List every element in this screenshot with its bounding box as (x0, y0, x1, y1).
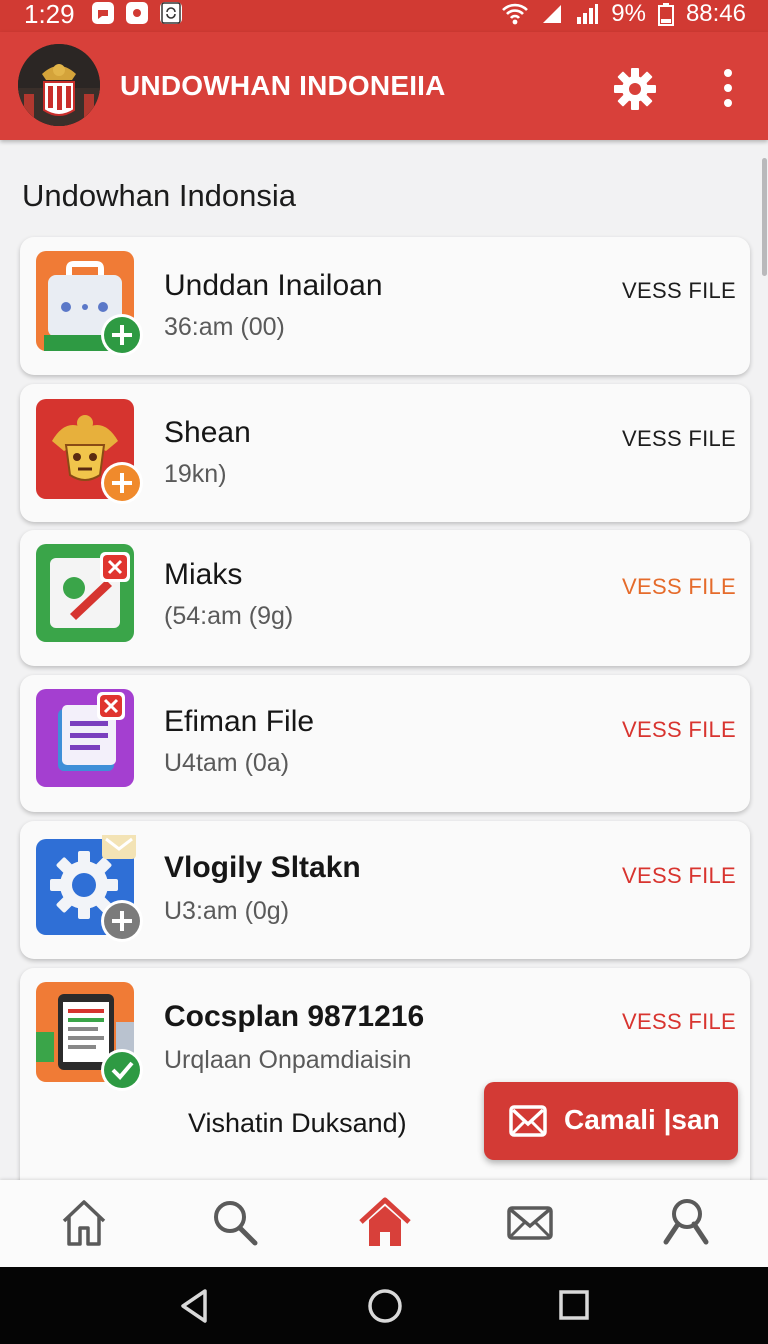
signal-bars-icon (577, 4, 599, 24)
document-icon (36, 689, 136, 789)
item-extra: Vishatin Duksand) (188, 1108, 407, 1138)
status-right: 9% 88:46 (501, 0, 746, 28)
bottom-nav (0, 1180, 768, 1267)
sync-icon (160, 2, 182, 24)
gear-icon[interactable] (612, 66, 658, 112)
section-title: Undowhan Indonsia (22, 178, 297, 213)
status-time: 1:29 (24, 0, 75, 29)
status-bar: 1:29 9% 88:46 (0, 0, 768, 32)
list-item[interactable]: Vlogily Sltakn U3:am (0g) VESS FILE (20, 821, 750, 959)
view-file-button[interactable]: VESS FILE (622, 717, 736, 743)
view-file-button[interactable]: VESS FILE (622, 863, 736, 889)
circle-icon (126, 2, 148, 24)
battery-icon (657, 3, 674, 26)
recents-icon[interactable] (556, 1287, 594, 1325)
app-title: UNDOWHAN INDONEIIA (120, 70, 446, 101)
item-meta: 19kn) (164, 460, 227, 488)
briefcase-icon (36, 251, 143, 356)
home-circle-icon[interactable] (366, 1287, 404, 1325)
battery-percent: 9% (611, 0, 646, 27)
back-icon[interactable] (176, 1287, 214, 1325)
item-name: Vlogily Sltakn (164, 851, 361, 884)
view-file-button[interactable]: VESS FILE (622, 426, 736, 452)
search-profile-icon[interactable] (658, 1194, 714, 1250)
settings-gear-icon (36, 831, 143, 942)
list-item[interactable]: Unddan Inailoan 36:am (00) VESS FILE (20, 237, 750, 375)
tablet-document-icon (36, 982, 143, 1091)
emblem-logo-icon[interactable] (18, 44, 100, 126)
signal-icon (543, 5, 562, 23)
chat-icon (92, 2, 114, 24)
item-name: Efiman File (164, 705, 315, 738)
list-item[interactable]: Efiman File U4tam (0a) VESS FILE (20, 675, 750, 812)
app-bar: UNDOWHAN INDONEIIA (0, 32, 768, 140)
mail-icon (509, 1105, 547, 1137)
mail-icon[interactable] (503, 1194, 559, 1250)
system-nav-bar (0, 1267, 768, 1344)
more-vert-icon[interactable] (712, 66, 744, 110)
home-icon[interactable] (56, 1194, 112, 1250)
compose-fab[interactable]: Camali |san (484, 1082, 738, 1160)
fab-label: Camali |san (564, 1104, 720, 1135)
item-name: Cocsplan 9871216 (164, 1000, 425, 1033)
scrollbar[interactable] (762, 158, 767, 276)
clock-right: 88:46 (685, 0, 746, 27)
list-item[interactable]: Miaks (54:am (9g) VESS FILE (20, 530, 750, 666)
search-icon[interactable] (206, 1194, 262, 1250)
item-meta: (54:am (9g) (164, 602, 294, 630)
item-name: Shean (164, 416, 251, 449)
view-file-button[interactable]: VESS FILE (622, 1009, 736, 1035)
view-file-button[interactable]: VESS FILE (622, 574, 736, 600)
item-meta: Urqlaan Onpamdiaisin (164, 1046, 412, 1074)
item-meta: 36:am (00) (164, 313, 285, 341)
notification-icons (92, 2, 182, 24)
view-file-button[interactable]: VESS FILE (622, 278, 736, 304)
item-meta: U3:am (0g) (164, 897, 290, 925)
garuda-emblem-icon (36, 399, 143, 504)
edit-card-icon (36, 544, 136, 644)
wifi-icon (502, 3, 529, 25)
list-item[interactable]: Shean 19kn) VESS FILE (20, 384, 750, 522)
item-meta: U4tam (0a) (164, 749, 290, 777)
item-name: Unddan Inailoan (164, 269, 383, 302)
item-name: Miaks (164, 558, 243, 591)
home-filled-icon[interactable] (357, 1194, 413, 1250)
